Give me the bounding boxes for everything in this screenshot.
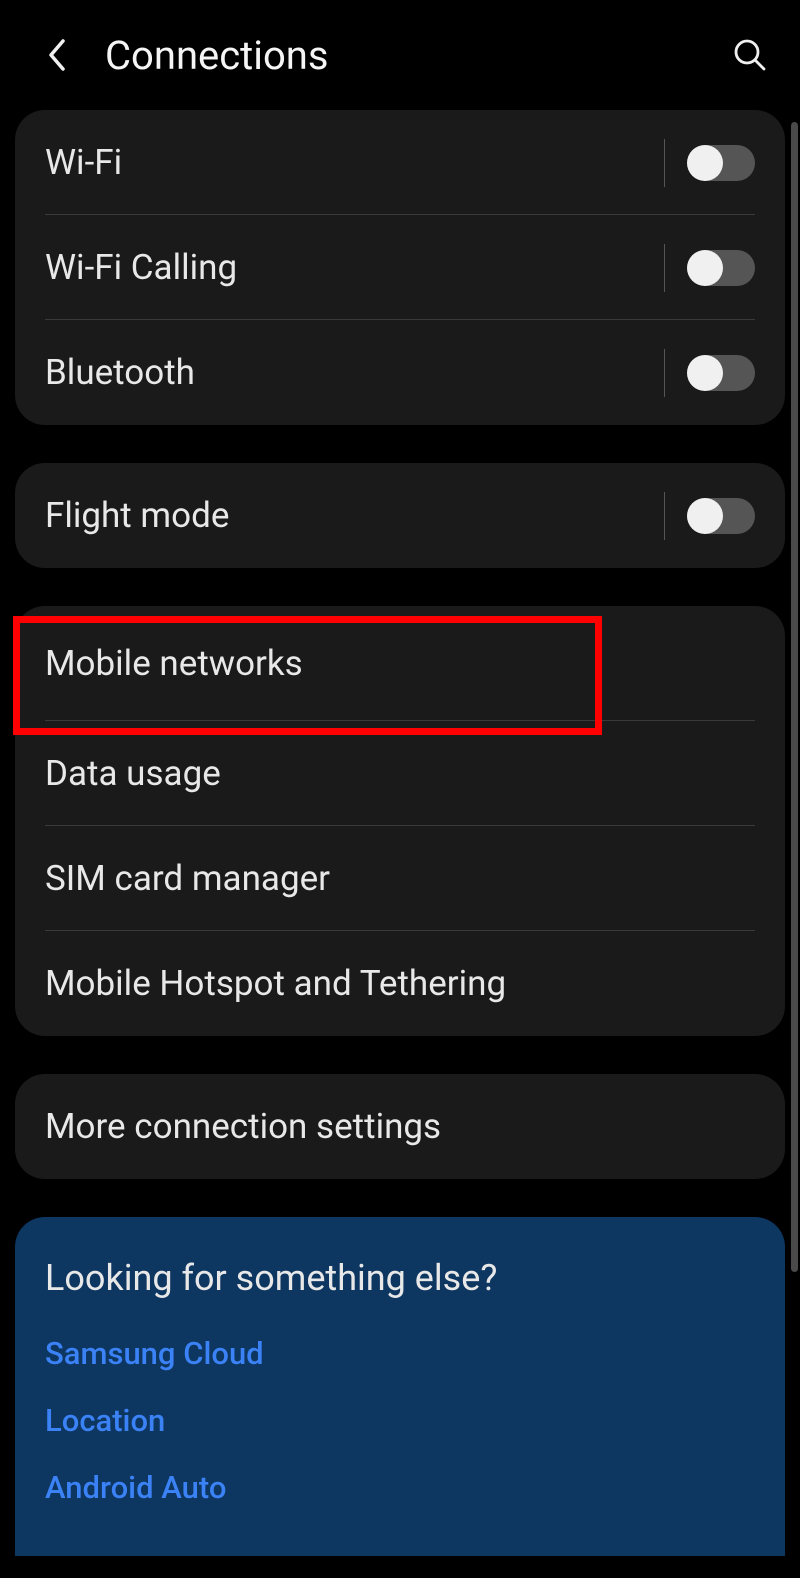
toggle-knob: [687, 498, 723, 534]
data-usage-item[interactable]: Data usage: [15, 721, 785, 826]
content: Wi-Fi Wi-Fi Calling Bluetooth: [0, 110, 800, 1556]
search-icon[interactable]: [730, 35, 770, 75]
settings-group: Flight mode: [15, 463, 785, 568]
suggestions-card: Looking for something else? Samsung Clou…: [15, 1217, 785, 1556]
item-label: Mobile Hotspot and Tethering: [45, 963, 755, 1004]
header: Connections: [0, 0, 800, 110]
item-label: Bluetooth: [45, 352, 664, 393]
wifi-calling-item[interactable]: Wi-Fi Calling: [15, 215, 785, 320]
wifi-item[interactable]: Wi-Fi: [15, 110, 785, 215]
item-label: Wi-Fi Calling: [45, 247, 664, 288]
page-title: Connections: [105, 32, 730, 79]
location-link[interactable]: Location: [45, 1402, 755, 1439]
item-label: SIM card manager: [45, 858, 755, 899]
item-label: Mobile networks: [45, 643, 755, 684]
toggle-knob: [687, 145, 723, 181]
more-connection-settings-item[interactable]: More connection settings: [15, 1074, 785, 1179]
flight-mode-item[interactable]: Flight mode: [15, 463, 785, 568]
divider: [664, 244, 665, 292]
toggle-knob: [687, 355, 723, 391]
toggle-wrap: [664, 492, 755, 540]
settings-group: Wi-Fi Wi-Fi Calling Bluetooth: [15, 110, 785, 425]
bluetooth-item[interactable]: Bluetooth: [15, 320, 785, 425]
divider: [664, 349, 665, 397]
divider: [664, 492, 665, 540]
item-label: Wi-Fi: [45, 142, 664, 183]
item-label: More connection settings: [45, 1106, 755, 1147]
scrollbar[interactable]: [791, 122, 798, 1272]
mobile-hotspot-item[interactable]: Mobile Hotspot and Tethering: [15, 931, 785, 1036]
item-label: Flight mode: [45, 495, 664, 536]
mobile-networks-item[interactable]: Mobile networks: [15, 606, 785, 721]
toggle-wrap: [664, 139, 755, 187]
toggle-knob: [687, 250, 723, 286]
back-icon[interactable]: [42, 41, 70, 69]
wifi-calling-toggle[interactable]: [687, 250, 755, 286]
samsung-cloud-link[interactable]: Samsung Cloud: [45, 1335, 755, 1372]
toggle-wrap: [664, 349, 755, 397]
android-auto-link[interactable]: Android Auto: [45, 1469, 755, 1506]
toggle-wrap: [664, 244, 755, 292]
sim-card-manager-item[interactable]: SIM card manager: [15, 826, 785, 931]
flight-mode-toggle[interactable]: [687, 498, 755, 534]
divider: [664, 139, 665, 187]
suggestions-title: Looking for something else?: [45, 1257, 755, 1299]
bluetooth-toggle[interactable]: [687, 355, 755, 391]
wifi-toggle[interactable]: [687, 145, 755, 181]
item-label: Data usage: [45, 753, 755, 794]
settings-group: Mobile networks Data usage SIM card mana…: [15, 606, 785, 1036]
settings-group: More connection settings: [15, 1074, 785, 1179]
